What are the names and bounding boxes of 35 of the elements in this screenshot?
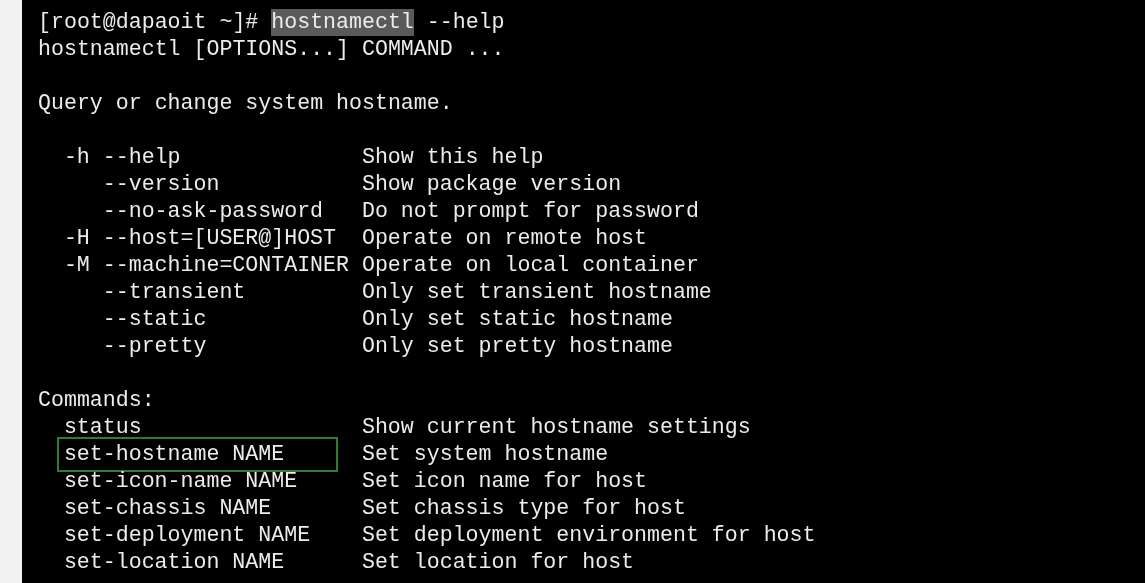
command-description: Set system hostname [361, 441, 609, 468]
option-description: Operate on local container [361, 252, 699, 279]
option-label: --machine=CONTAINER [102, 253, 349, 277]
highlighted-command-name: set-hostname NAME [56, 437, 339, 472]
option-label: --no-ask-password [102, 199, 324, 223]
option-description: Do not prompt for password [361, 198, 699, 225]
option-description: Show this help [361, 144, 544, 171]
description-text: Query or change system hostname. [38, 90, 453, 117]
command-description: Set chassis type for host [361, 495, 686, 522]
command-description: Set deployment environment for host [361, 522, 816, 549]
usage-text: hostnamectl [OPTIONS...] COMMAND ... [38, 36, 505, 63]
option-label: --help [102, 145, 181, 169]
option-short-label: -M [63, 253, 90, 277]
command-description: Set location for host [361, 549, 635, 576]
option-short-label: -H [63, 226, 90, 250]
command-description: Set icon name for host [361, 468, 648, 495]
option-description: Show package version [361, 171, 622, 198]
command-name: set-deployment NAME [62, 522, 312, 549]
option-description: Operate on remote host [361, 225, 648, 252]
command-text: hostnamectl [271, 9, 414, 36]
option-description: Only set transient hostname [361, 279, 712, 306]
option-label: --version [102, 172, 220, 196]
option-description: Only set static hostname [361, 306, 673, 333]
command-description: Show current hostname settings [361, 414, 751, 441]
command-name: set-location NAME [62, 549, 286, 576]
commands-heading: Commands: [38, 387, 155, 414]
option-label: --transient [102, 280, 246, 304]
option-description: Only set pretty hostname [361, 333, 673, 360]
option-label: --host=[USER@]HOST [102, 226, 337, 250]
option-short-label: -h [63, 145, 90, 169]
option-label: --pretty [102, 334, 207, 358]
prompt-text: [root@dapaoit ~]# [38, 9, 260, 36]
option-label: --static [102, 307, 207, 331]
command-name: set-chassis NAME [62, 495, 273, 522]
command-argument: --help [425, 9, 505, 36]
